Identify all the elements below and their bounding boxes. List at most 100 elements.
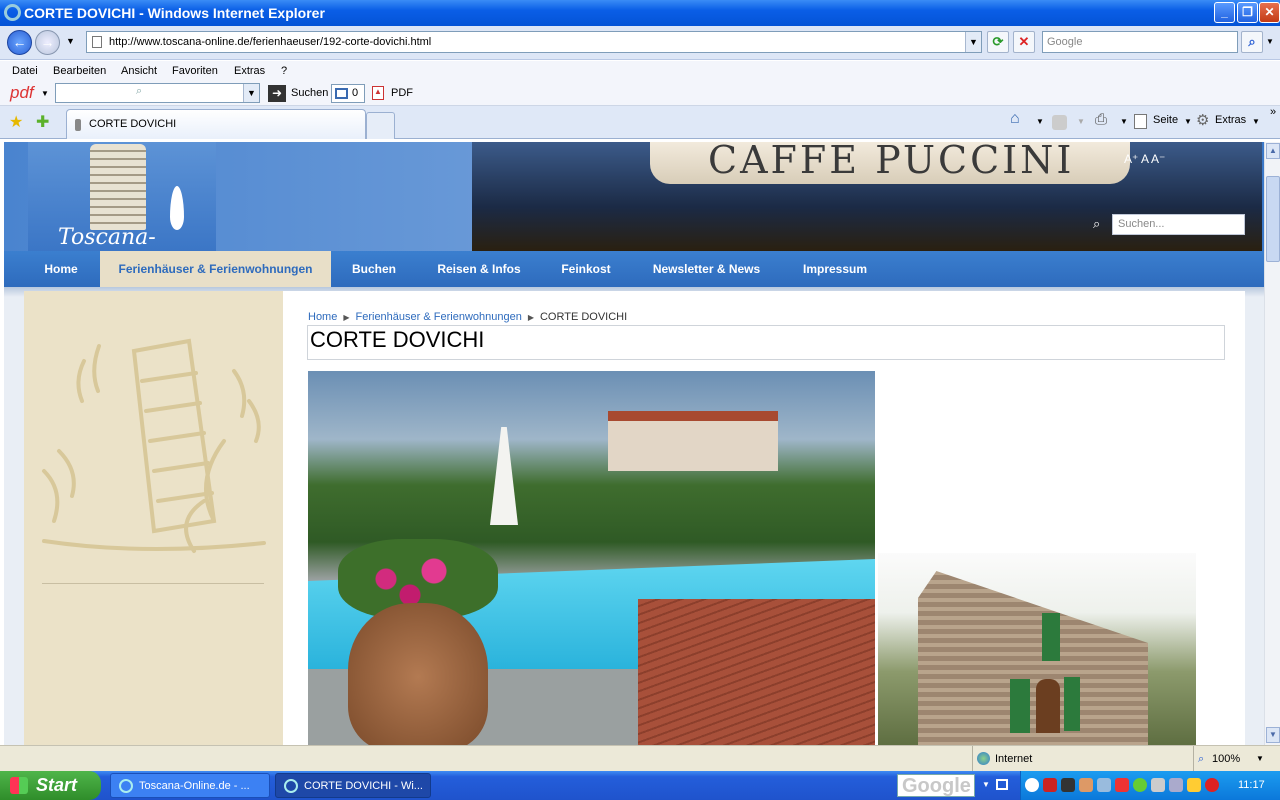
close-button[interactable]: ✕ xyxy=(1259,2,1280,23)
search-options-icon[interactable]: ▼ xyxy=(1266,37,1274,46)
tray-app-icon[interactable] xyxy=(1133,778,1147,792)
pool-photo[interactable] xyxy=(308,371,875,745)
scroll-down-icon[interactable]: ▼ xyxy=(1266,727,1280,743)
pdf-counter-value: 0 xyxy=(352,87,359,99)
villa-in-photo xyxy=(608,411,778,471)
breadcrumb-separator-icon: ▶ xyxy=(343,313,350,322)
pdf-search-input[interactable]: ⌕ ▼ xyxy=(55,83,260,103)
close-icon: ✕ xyxy=(1264,5,1275,19)
pdf-search-dropdown-icon[interactable]: ▼ xyxy=(243,84,259,102)
pdf-label[interactable]: PDF xyxy=(391,87,413,99)
ie-icon xyxy=(284,779,298,793)
scroll-up-icon[interactable]: ▲ xyxy=(1266,143,1280,159)
farmhouse-photo[interactable] xyxy=(878,553,1196,745)
cypress-flame-image xyxy=(170,186,184,230)
tray-app-icon[interactable] xyxy=(1079,778,1093,792)
breadcrumb-separator-icon: ▶ xyxy=(527,313,534,322)
menu-help[interactable]: ? xyxy=(281,65,287,77)
tools-dropdown-icon[interactable]: ▼ xyxy=(1252,117,1260,126)
nav-newsletter-news[interactable]: Newsletter & News xyxy=(636,251,777,287)
scroll-thumb[interactable] xyxy=(1266,176,1280,262)
zoom-dropdown-icon[interactable]: ▼ xyxy=(1256,746,1264,772)
site-search-input[interactable]: Suchen... xyxy=(1112,214,1245,235)
leaning-tower-image xyxy=(90,144,146,230)
show-desktop-icon[interactable] xyxy=(996,779,1008,790)
refresh-button[interactable]: ⟳ xyxy=(987,31,1009,53)
restore-button[interactable]: ❐ xyxy=(1237,2,1258,23)
page-title: CORTE DOVICHI xyxy=(310,327,485,352)
tray-app-icon[interactable] xyxy=(1061,778,1075,792)
font-size-controls[interactable]: A⁺ A A⁻ xyxy=(1124,152,1165,166)
taskbar-item-toscana[interactable]: Toscana-Online.de - ... xyxy=(110,773,270,798)
address-dropdown-icon[interactable]: ▼ xyxy=(965,32,981,52)
nav-feinkost[interactable]: Feinkost xyxy=(546,251,626,287)
status-bar: Internet ⌕ 100% ▼ xyxy=(0,745,1280,772)
nav-ferienhaeuser[interactable]: Ferienhäuser & Ferienwohnungen xyxy=(100,251,331,287)
pdf-toolbar: pdf ▼ ⌕ ▼ ➜ Suchen 0 ▲ PDF xyxy=(0,82,1280,106)
taskbar-item-corte-dovichi[interactable]: CORTE DOVICHI - Wi... xyxy=(275,773,431,798)
tools-menu-button[interactable]: Extras xyxy=(1215,114,1246,126)
print-dropdown-icon[interactable]: ▼ xyxy=(1120,117,1128,126)
more-commands-icon[interactable]: » xyxy=(1270,106,1276,118)
windows-icon xyxy=(335,88,348,99)
main-content: Home ▶ Ferienhäuser & Ferienwohnungen ▶ CORT… xyxy=(283,291,1245,745)
nav-reisen-infos[interactable]: Reisen & Infos xyxy=(422,251,536,287)
back-button[interactable]: ← xyxy=(7,30,32,55)
site-logo[interactable]: Toscana-Online.de xyxy=(28,142,216,275)
security-zone[interactable]: Internet xyxy=(972,746,1192,772)
pdf-dropdown-icon[interactable]: ▼ xyxy=(41,89,49,98)
forward-button[interactable]: → xyxy=(35,30,60,55)
tab-corte-dovichi[interactable]: CORTE DOVICHI xyxy=(66,109,366,139)
page-dropdown-icon[interactable]: ▼ xyxy=(1184,117,1192,126)
nav-impressum[interactable]: Impressum xyxy=(788,251,882,287)
breadcrumb-section[interactable]: Ferienhäuser & Ferienwohnungen xyxy=(356,311,522,323)
breadcrumb-current: CORTE DOVICHI xyxy=(539,311,628,323)
zoom-control[interactable]: ⌕ 100% ▼ xyxy=(1193,746,1280,772)
tab-favicon xyxy=(75,119,81,131)
search-input[interactable]: Google xyxy=(1042,31,1238,53)
cafe-sign: CAFFE PUCCINI xyxy=(708,142,1075,182)
stop-button[interactable]: ✕ xyxy=(1013,31,1035,53)
tray-arrow-icon[interactable] xyxy=(1025,778,1039,792)
print-icon[interactable]: ⎙ xyxy=(1095,111,1107,128)
feeds-icon[interactable] xyxy=(1052,115,1067,130)
start-button[interactable]: Start xyxy=(0,771,101,800)
window-title: CORTE DOVICHI - Windows Internet Explore… xyxy=(24,5,325,21)
tray-pdf-icon[interactable] xyxy=(1043,778,1057,792)
page-menu-button[interactable]: Seite xyxy=(1153,114,1178,126)
zoom-level: 100% xyxy=(1212,753,1241,765)
new-tab-button[interactable] xyxy=(366,112,395,139)
tray-security-icon[interactable] xyxy=(1205,778,1219,792)
tray-app-icon[interactable] xyxy=(1097,778,1111,792)
go-arrow-icon[interactable]: ➜ xyxy=(268,85,286,102)
menu-file[interactable]: Datei xyxy=(12,65,38,77)
nav-home[interactable]: Home xyxy=(26,251,96,287)
breadcrumb-home[interactable]: Home xyxy=(308,311,337,323)
home-icon[interactable]: ⌂ xyxy=(1010,110,1020,128)
tray-app-icon[interactable] xyxy=(1115,778,1129,792)
tray-network-icon[interactable] xyxy=(1151,778,1165,792)
home-dropdown-icon[interactable]: ▼ xyxy=(1036,117,1044,126)
google-toolbar-search[interactable]: Google xyxy=(897,774,975,797)
gear-icon: ⚙ xyxy=(1196,112,1210,129)
address-bar[interactable]: http://www.toscana-online.de/ferienhaeus… xyxy=(86,31,982,53)
menu-edit[interactable]: Bearbeiten xyxy=(53,65,106,77)
favorites-star-icon[interactable]: ★ xyxy=(9,112,23,132)
windows-flag-icon xyxy=(10,777,28,794)
add-favorite-icon[interactable]: ✚ xyxy=(36,112,49,132)
pdf-search-label[interactable]: Suchen xyxy=(291,87,328,99)
minimize-button[interactable]: _ xyxy=(1214,2,1235,23)
menu-tools[interactable]: Extras xyxy=(234,65,265,77)
google-dropdown-icon[interactable]: ▼ xyxy=(982,780,990,789)
feeds-dropdown-icon[interactable]: ▼ xyxy=(1077,117,1085,126)
pdf-counter[interactable]: 0 xyxy=(331,84,365,103)
menu-favorites[interactable]: Favoriten xyxy=(172,65,218,77)
menu-view[interactable]: Ansicht xyxy=(121,65,157,77)
vertical-scrollbar[interactable]: ▲ ▼ xyxy=(1264,142,1280,745)
pdf-logo[interactable]: pdf xyxy=(10,83,34,103)
tray-network-icon[interactable] xyxy=(1169,778,1183,792)
history-dropdown-icon[interactable]: ▼ xyxy=(66,36,75,46)
search-button[interactable]: ⌕ xyxy=(1241,31,1263,53)
nav-buchen[interactable]: Buchen xyxy=(337,251,411,287)
tray-shield-icon[interactable] xyxy=(1187,778,1201,792)
